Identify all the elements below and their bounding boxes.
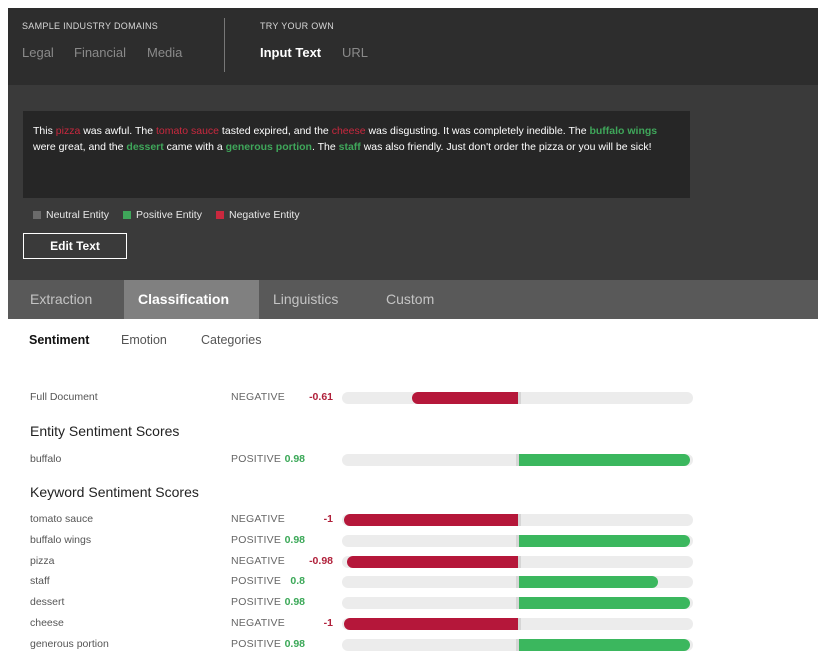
row-label: generous portion [30, 637, 109, 650]
legend-neutral: Neutral Entity [33, 209, 109, 221]
analyzed-text: This pizza was awful. The tomato sauce t… [23, 111, 690, 198]
sentiment-bar [342, 618, 693, 630]
bar-fill [519, 534, 690, 547]
bar-fill [347, 555, 518, 568]
tab-bar: Extraction Classification Linguistics Cu… [8, 280, 818, 319]
domain-legal[interactable]: Legal [22, 45, 54, 60]
domain-media[interactable]: Media [147, 45, 182, 60]
row-score: 0.98 [284, 596, 305, 609]
text-segment: were great, and the [33, 141, 127, 153]
option-url[interactable]: URL [342, 45, 368, 60]
text-segment: tasted expired, and the [219, 125, 332, 137]
legend-negative: Negative Entity [215, 209, 300, 221]
row-score: 0.98 [284, 453, 305, 465]
negative-entity: cheese [331, 125, 366, 137]
bar-fill [519, 454, 690, 466]
text-segment: came with a [163, 141, 226, 153]
negative-entity: pizza [55, 125, 81, 137]
row-score: 0.98 [284, 533, 305, 546]
positive-entity: generous portion [225, 141, 312, 153]
row-score: 0.98 [284, 637, 305, 650]
row-sentiment: NEGATIVE [231, 513, 285, 525]
text-segment: was disgusting. It was completely inedib… [365, 125, 590, 137]
input-text-panel: This pizza was awful. The tomato sauce t… [8, 85, 818, 280]
entity-sentiment-title: Entity Sentiment Scores [30, 423, 180, 439]
keyword-sentiment-title: Keyword Sentiment Scores [30, 484, 199, 500]
row-label: Full Document [30, 391, 98, 403]
positive-swatch-icon [123, 211, 132, 219]
tab-extraction[interactable]: Extraction [16, 280, 106, 319]
legend-neutral-label: Neutral Entity [46, 209, 110, 221]
tab-linguistics[interactable]: Linguistics [259, 280, 352, 319]
text-segment: . The [311, 141, 339, 153]
tab-custom[interactable]: Custom [372, 280, 448, 319]
sentiment-bar [342, 392, 693, 404]
legend-positive: Positive Entity [123, 209, 202, 221]
negative-swatch-icon [215, 211, 224, 219]
domains-header: SAMPLE INDUSTRY DOMAINS [22, 21, 159, 31]
sentiment-bar [342, 576, 693, 589]
tab-classification[interactable]: Classification [124, 280, 259, 319]
row-label: pizza [30, 554, 55, 567]
sentiment-bar [342, 454, 693, 466]
negative-entity: tomato sauce [155, 125, 220, 137]
try-header: TRY YOUR OWN [260, 21, 335, 31]
nav-divider [224, 18, 225, 72]
legend-negative-label: Negative Entity [228, 209, 300, 221]
bar-fill [519, 597, 690, 610]
row-label: buffalo [30, 453, 62, 465]
text-segment: This [33, 125, 56, 137]
subtab-emotion[interactable]: Emotion [121, 333, 167, 347]
row-score: -1 [323, 617, 333, 629]
bar-fill [519, 638, 690, 651]
text-segment: was awful. The [80, 125, 156, 137]
row-label: cheese [30, 617, 64, 629]
positive-entity: buffalo wings [589, 125, 658, 137]
row-label: dessert [30, 596, 65, 609]
row-score: -0.61 [309, 391, 333, 403]
sentiment-bar [342, 514, 693, 526]
bar-fill [519, 576, 659, 589]
subtab-categories[interactable]: Categories [201, 333, 261, 347]
sentiment-bar [342, 597, 693, 610]
sentiment-bar [342, 638, 693, 651]
text-segment: was also friendly. Just don't order the … [360, 141, 652, 153]
bar-fill [344, 514, 518, 526]
option-input-text[interactable]: Input Text [260, 45, 321, 60]
positive-entity: dessert [126, 141, 164, 153]
bar-fill [344, 618, 518, 630]
edit-text-button[interactable]: Edit Text [23, 233, 127, 259]
sentiment-bar [342, 555, 693, 568]
domain-financial[interactable]: Financial [74, 45, 126, 60]
row-label: staff [30, 575, 50, 588]
entity-legend: Neutral Entity Positive Entity Negative … [33, 209, 300, 221]
row-sentiment: NEGATIVE [231, 391, 285, 403]
row-score: 0.8 [290, 575, 305, 588]
row-sentiment: NEGATIVE [231, 617, 285, 629]
row-sentiment: NEGATIVE [231, 554, 285, 567]
sentiment-bar [342, 534, 693, 547]
legend-positive-label: Positive Entity [136, 209, 202, 221]
row-score: -1 [323, 513, 333, 525]
row-label: tomato sauce [30, 513, 94, 525]
row-label: buffalo wings [30, 533, 92, 546]
top-nav-bar: SAMPLE INDUSTRY DOMAINS Legal Financial … [8, 8, 818, 85]
neutral-swatch-icon [33, 211, 41, 219]
bar-fill [411, 392, 518, 404]
positive-entity: staff [338, 141, 361, 153]
row-score: -0.98 [309, 554, 333, 567]
subtab-sentiment[interactable]: Sentiment [29, 333, 89, 347]
